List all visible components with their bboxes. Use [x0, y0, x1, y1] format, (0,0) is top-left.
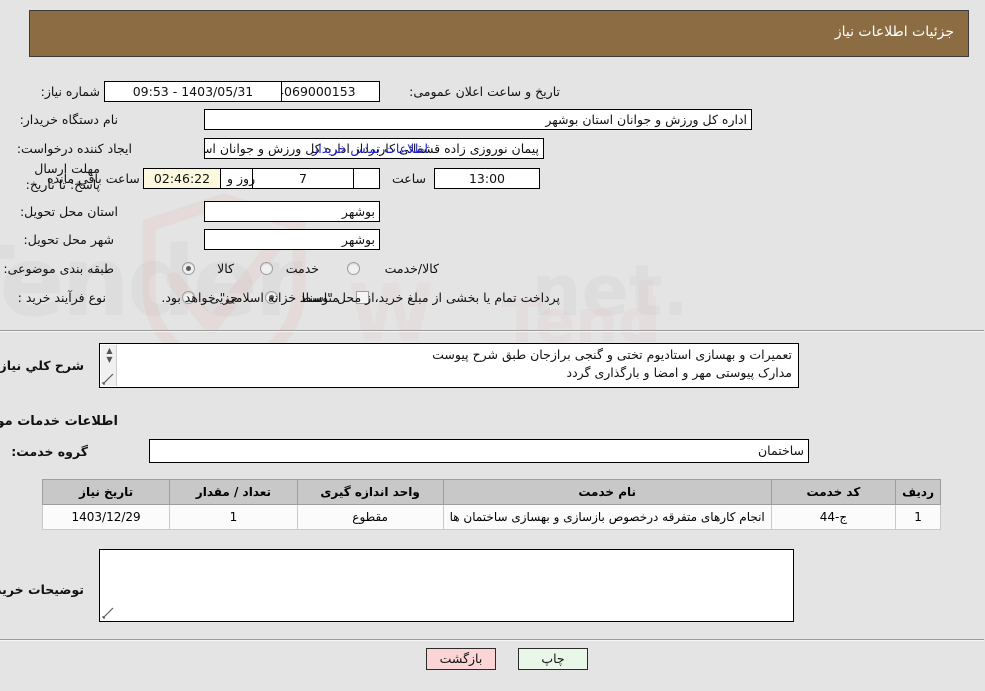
need-details-page: aTender .net W Tend جزئیات اطلاعات نیاز … — [0, 0, 985, 691]
service-group-value: ساختمان — [150, 439, 810, 463]
th-unit: واحد اندازه گیری — [297, 479, 445, 505]
resize-grip-icon[interactable] — [103, 373, 115, 385]
deadline-hour-label: ساعت — [392, 171, 427, 186]
buyer-contact-link[interactable]: اطلاعات تماس خریدار — [313, 141, 429, 156]
divider-top — [0, 330, 985, 332]
table-header-row: ردیف کد خدمت نام خدمت واحد اندازه گیری ت… — [42, 479, 942, 505]
radio-category-kala[interactable] — [183, 262, 196, 275]
th-need-date: تاریخ نیاز — [42, 479, 172, 505]
description-textarea[interactable]: ▲ ▼ تعمیرات و بهسازی استادیوم تختی و گنج… — [100, 343, 800, 388]
remaining-days-label: روز و — [228, 171, 257, 186]
back-button[interactable]: بازگشت — [427, 648, 497, 670]
th-name: نام خدمت — [443, 479, 773, 505]
remaining-time-value: 02:46:22 — [144, 168, 222, 189]
td-unit: مقطوع — [297, 504, 445, 530]
need-number-label: شماره نیاز: — [41, 84, 101, 99]
scroll-up-icon[interactable]: ▲ — [105, 347, 116, 355]
public-announce-value: 1403/05/31 - 09:53 — [105, 81, 283, 102]
buyer-notes-resize-grip-icon[interactable] — [103, 607, 115, 619]
page-header-bar: جزئیات اطلاعات نیاز — [30, 10, 970, 57]
description-text: تعمیرات و بهسازی استادیوم تختی و گنجی بر… — [127, 346, 793, 382]
remaining-days-value: 7 — [253, 168, 355, 189]
buyer-org-value: اداره کل ورزش و جوانان استان بوشهر — [205, 109, 753, 130]
page-title: جزئیات اطلاعات نیاز — [835, 24, 955, 40]
deadline-hour-value: 13:00 — [435, 168, 541, 189]
td-radif: 1 — [896, 504, 942, 530]
td-need-date: 1403/12/29 — [42, 504, 172, 530]
category-label: طبقه بندی موضوعی: — [4, 261, 115, 276]
td-name: انجام کارهای متفرقه درخصوص بازسازی و بهس… — [443, 504, 773, 530]
buyer-notes-label: توضیحات خریدار; — [0, 582, 85, 597]
process-label: نوع فرآیند خرید : — [18, 290, 107, 305]
public-announce-label: تاریخ و ساعت اعلان عمومی: — [410, 84, 561, 99]
radio-category-khedmat[interactable] — [261, 262, 274, 275]
radio-category-khedmat-label: خدمت — [286, 261, 320, 276]
services-table: ردیف کد خدمت نام خدمت واحد اندازه گیری ت… — [42, 479, 942, 530]
print-button[interactable]: چاپ — [519, 648, 589, 670]
service-group-label: گروه خدمت: — [12, 444, 89, 459]
province-label: استان محل تحویل: — [20, 204, 119, 219]
radio-category-kala-khedmat[interactable] — [348, 262, 361, 275]
remaining-time-label: ساعت باقي مانده — [48, 171, 141, 186]
description-line-1: تعمیرات و بهسازی استادیوم تختی و گنجی بر… — [433, 347, 793, 362]
divider-bottom — [0, 639, 985, 641]
radio-category-kala-label: کالا — [218, 261, 235, 276]
th-code: کد خدمت — [771, 479, 898, 505]
th-quantity: تعداد / مقدار — [170, 479, 299, 505]
province-value: بوشهر — [205, 201, 381, 222]
td-code: ج-44 — [771, 504, 898, 530]
description-line-2: مدارک پیوستی مهر و امضا و بارگذاری گردد — [567, 365, 794, 380]
td-quantity: 1 — [170, 504, 299, 530]
radio-category-kala-khedmat-label: کالا/خدمت — [385, 261, 440, 276]
services-section-title: اطلاعات خدمات مورد نیاز — [0, 414, 119, 429]
description-label: شرح کلي نیاز: — [0, 358, 85, 373]
scroll-down-icon[interactable]: ▼ — [105, 356, 116, 364]
treasury-bond-note: پرداخت تمام یا بخشی از مبلغ خرید،از محل … — [162, 290, 561, 305]
city-label: شهر محل تحویل: — [24, 232, 115, 247]
table-row: 1 ج-44 انجام کارهای متفرقه درخصوص بازساز… — [42, 504, 942, 530]
buyer-org-label: نام دستگاه خریدار: — [20, 112, 119, 127]
city-value: بوشهر — [205, 229, 381, 250]
creator-label: ایجاد کننده درخواست: — [17, 141, 133, 156]
buyer-notes-textarea[interactable] — [100, 549, 795, 622]
th-radif: ردیف — [896, 479, 942, 505]
